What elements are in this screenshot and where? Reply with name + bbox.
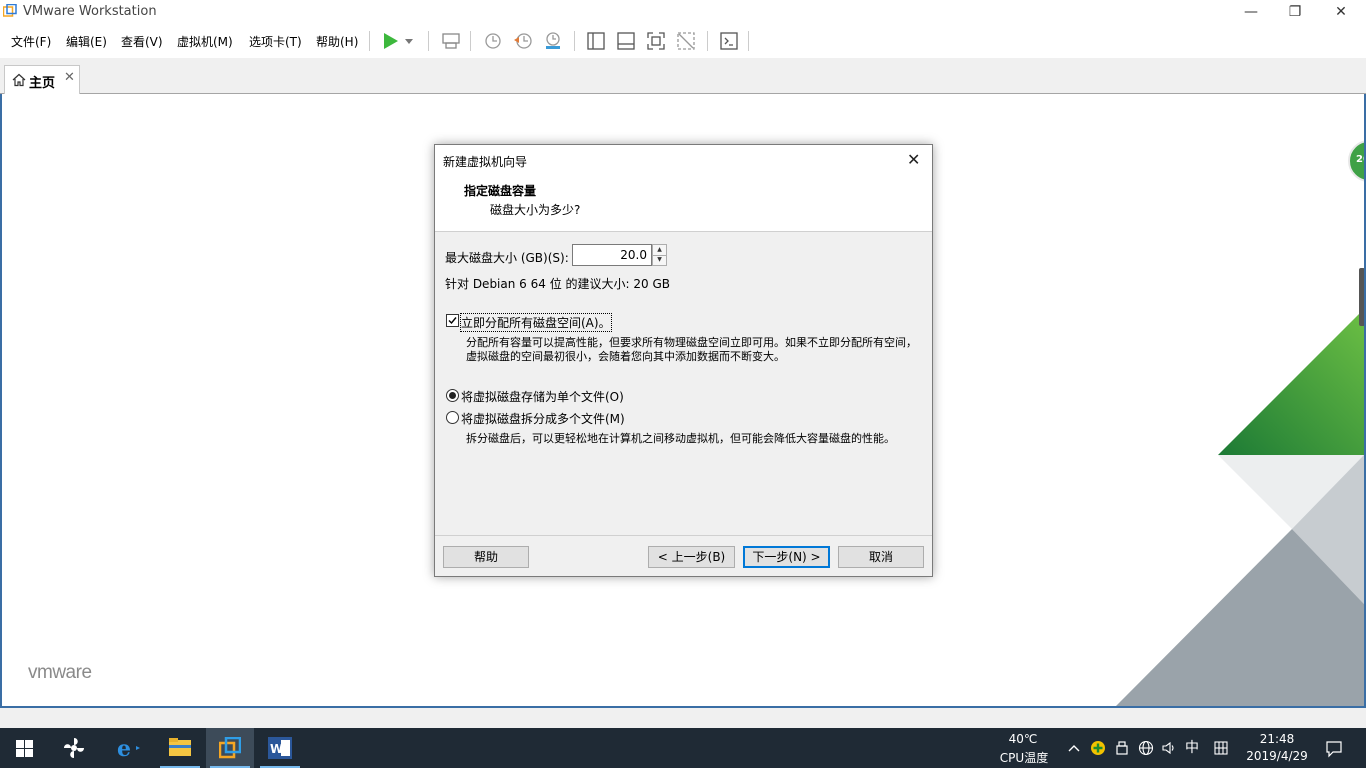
network-globe-icon[interactable] xyxy=(1138,740,1154,756)
toolbar-separator xyxy=(748,31,749,51)
window-title: VMware Workstation xyxy=(23,4,157,19)
allocate-description: 分配所有容量可以提高性能，但要求所有物理磁盘空间立即可用。如果不立即分配所有空间… xyxy=(466,336,917,363)
full-screen-icon[interactable] xyxy=(645,30,667,52)
toolbar-separator xyxy=(707,31,708,51)
dropdown-arrow-icon[interactable] xyxy=(402,30,416,52)
snapshot-icon[interactable] xyxy=(482,30,504,52)
start-button[interactable] xyxy=(0,728,48,768)
tab-close-icon[interactable]: ✕ xyxy=(64,70,75,85)
disk-size-spinner: ▲ ▼ xyxy=(652,244,667,266)
thumbnail-bar-icon[interactable] xyxy=(615,30,637,52)
library-view-icon[interactable] xyxy=(585,30,607,52)
radio-selected-dot xyxy=(449,392,456,399)
vmware-app-icon xyxy=(3,4,17,17)
status-bar xyxy=(0,708,1366,728)
dialog-close-button[interactable]: ✕ xyxy=(907,150,920,169)
taskbar-internet-explorer[interactable]: e xyxy=(103,728,151,768)
checkmark-icon xyxy=(448,317,457,325)
start-icon xyxy=(16,740,33,757)
side-panel-handle[interactable] xyxy=(1359,268,1364,326)
toolbar-separator xyxy=(428,31,429,51)
pinwheel-app-icon xyxy=(64,738,84,758)
menu-file[interactable]: 文件(F) xyxy=(11,33,51,50)
recommended-size-text: 针对 Debian 6 64 位 的建议大小: 20 GB xyxy=(445,277,670,291)
taskbar: e W 40℃ CPU温度 中 21:48 2019/4/29 xyxy=(0,728,1366,768)
send-ctrl-alt-del-icon[interactable] xyxy=(440,30,462,52)
menu-tabs[interactable]: 选项卡(T) xyxy=(249,33,302,50)
minimize-button[interactable]: — xyxy=(1228,0,1274,24)
tab-home-label: 主页 xyxy=(29,76,56,91)
taskbar-vmware-workstation[interactable] xyxy=(206,728,254,768)
single-file-label[interactable]: 将虚拟磁盘存储为单个文件(O) xyxy=(461,388,624,405)
menu-edit[interactable]: 编辑(E) xyxy=(66,33,107,50)
vmware-workstation-icon xyxy=(219,737,241,759)
cpu-temperature-value: 40℃ xyxy=(1008,732,1038,746)
svg-text:W: W xyxy=(270,742,283,756)
console-view-icon[interactable] xyxy=(718,30,740,52)
input-method-indicator[interactable]: 中 xyxy=(1184,740,1200,756)
internet-explorer-icon: e xyxy=(117,736,140,760)
next-button[interactable]: 下一步(N) > xyxy=(743,546,830,568)
hint-badge-text: 20 xyxy=(1356,154,1364,165)
unity-icon[interactable] xyxy=(675,30,697,52)
taskbar-word[interactable]: W xyxy=(256,728,304,768)
back-button[interactable]: < 上一步(B) xyxy=(648,546,735,568)
split-description: 拆分磁盘后，可以更轻松地在计算机之间移动虚拟机，但可能会降低大容量磁盘的性能。 xyxy=(466,432,895,445)
allocate-all-checkbox[interactable] xyxy=(446,314,459,327)
volume-icon[interactable] xyxy=(1161,740,1177,756)
menu-help[interactable]: 帮助(H) xyxy=(316,33,358,50)
dialog-subheading: 磁盘大小为多少? xyxy=(490,203,581,217)
vmware-logo: vmware xyxy=(28,662,92,683)
menu-view[interactable]: 查看(V) xyxy=(121,33,163,50)
taskbar-file-explorer[interactable] xyxy=(156,728,204,768)
restore-button[interactable]: ❐ xyxy=(1272,0,1318,24)
dialog-title: 新建虚拟机向导 xyxy=(443,155,528,169)
tab-home[interactable]: 主页 ✕ xyxy=(4,65,80,94)
dialog-footer-divider xyxy=(435,535,932,536)
dialog-title-bar: 新建虚拟机向导 ✕ xyxy=(435,145,932,175)
toolbar-separator xyxy=(574,31,575,51)
title-bar: VMware Workstation — ❐ ✕ xyxy=(0,0,1366,24)
usb-device-icon[interactable] xyxy=(1114,740,1130,756)
security-tray-icon[interactable] xyxy=(1090,740,1106,756)
word-icon: W xyxy=(268,737,292,759)
action-center-icon[interactable] xyxy=(1325,740,1343,758)
toolbar-separator xyxy=(470,31,471,51)
multiple-files-label[interactable]: 将虚拟磁盘拆分成多个文件(M) xyxy=(461,410,625,427)
home-icon xyxy=(12,73,26,87)
single-file-radio[interactable] xyxy=(446,389,459,402)
clock-date[interactable]: 2019/4/29 xyxy=(1240,749,1314,763)
dialog-heading: 指定磁盘容量 xyxy=(464,184,537,198)
menu-vm[interactable]: 虚拟机(M) xyxy=(177,33,233,50)
max-disk-size-label: 最大磁盘大小 (GB)(S): xyxy=(445,251,569,265)
show-hidden-icons-chevron-icon[interactable] xyxy=(1066,740,1082,756)
dialog-header: 指定磁盘容量 磁盘大小为多少? xyxy=(435,175,932,232)
file-explorer-icon xyxy=(169,738,191,756)
multiple-files-radio[interactable] xyxy=(446,411,459,424)
new-vm-wizard-dialog: 新建虚拟机向导 ✕ 指定磁盘容量 磁盘大小为多少? 最大磁盘大小 (GB)(S)… xyxy=(434,144,933,577)
help-button[interactable]: 帮助 xyxy=(443,546,529,568)
play-icon[interactable] xyxy=(380,30,402,52)
menu-bar: 文件(F) 编辑(E) 查看(V) 虚拟机(M) 选项卡(T) 帮助(H) xyxy=(0,24,1366,58)
snapshot-manager-icon[interactable] xyxy=(542,30,564,52)
taskbar-pinwheel-app[interactable] xyxy=(50,728,98,768)
cpu-temperature-label: CPU温度 xyxy=(999,751,1049,765)
revert-snapshot-icon[interactable] xyxy=(512,30,534,52)
input-mode-grid-icon[interactable] xyxy=(1213,740,1229,756)
allocate-all-label[interactable]: 立即分配所有磁盘空间(A)。 xyxy=(460,313,612,332)
tab-strip: 主页 ✕ xyxy=(0,58,1366,94)
clock-time[interactable]: 21:48 xyxy=(1244,732,1310,746)
toolbar-separator xyxy=(369,31,370,51)
close-window-button[interactable]: ✕ xyxy=(1318,0,1364,24)
svg-text:e: e xyxy=(117,736,131,760)
spin-down-button[interactable]: ▼ xyxy=(653,255,666,265)
max-disk-size-input[interactable] xyxy=(572,244,652,266)
cancel-button[interactable]: 取消 xyxy=(838,546,924,568)
